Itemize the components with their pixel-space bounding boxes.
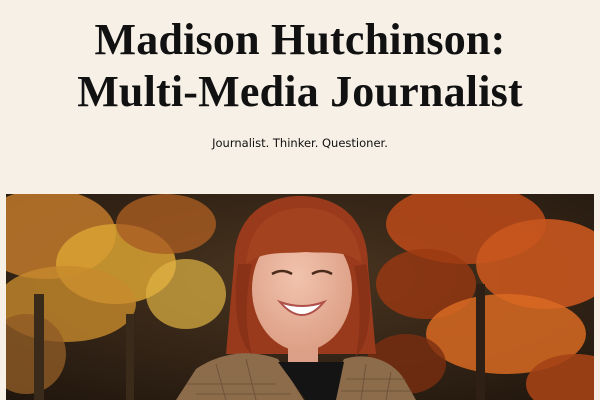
hero-photo-illustration (6, 194, 594, 400)
site-title-line-1: Madison Hutchinson: (94, 15, 506, 64)
tagline: Journalist. Thinker. Questioner. (212, 136, 388, 150)
site-title: Madison Hutchinson: Multi-Media Journali… (0, 14, 600, 118)
autumn-foliage-right (366, 194, 594, 400)
site-title-line-2: Multi-Media Journalist (77, 67, 523, 116)
hero-photo (6, 194, 594, 400)
page: Madison Hutchinson: Multi-Media Journali… (0, 0, 600, 400)
